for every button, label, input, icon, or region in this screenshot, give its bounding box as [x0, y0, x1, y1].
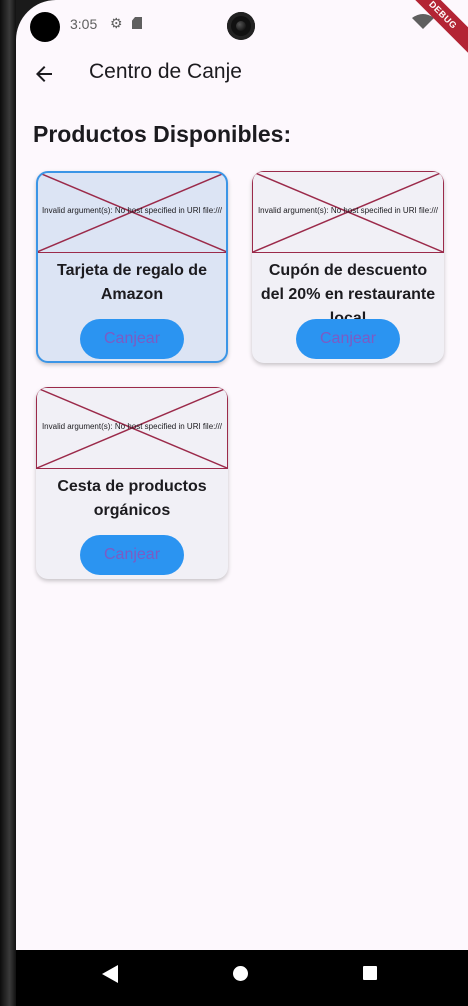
- image-error-text: Invalid argument(s): No host specified i…: [41, 422, 223, 431]
- triangle-back-icon[interactable]: [102, 965, 118, 983]
- front-camera-cutout: [30, 12, 60, 42]
- image-error-text: Invalid argument(s): No host specified i…: [257, 206, 439, 215]
- product-card[interactable]: Invalid argument(s): No host specified i…: [36, 387, 228, 579]
- product-card[interactable]: Invalid argument(s): No host specified i…: [36, 171, 228, 363]
- product-name: Cesta de productos orgánicos: [57, 478, 207, 519]
- gear-icon: ⚙: [110, 15, 123, 31]
- product-card[interactable]: Invalid argument(s): No host specified i…: [252, 171, 444, 363]
- app-screen: 3:05 ⚙ DEBUG Centro de Canje Productos D…: [16, 0, 468, 1006]
- broken-image-placeholder: Invalid argument(s): No host specified i…: [38, 173, 226, 253]
- status-time: 3:05: [70, 16, 98, 32]
- sd-card-icon: [132, 17, 142, 29]
- square-recents-icon[interactable]: [363, 966, 377, 980]
- phone-bezel: [0, 0, 16, 1006]
- redeem-button[interactable]: Canjear: [296, 319, 400, 359]
- broken-image-placeholder: Invalid argument(s): No host specified i…: [252, 171, 444, 253]
- camera-icon: [227, 12, 255, 40]
- circle-home-icon[interactable]: [233, 966, 248, 981]
- arrow-back-icon[interactable]: [32, 62, 56, 86]
- image-error-text: Invalid argument(s): No host specified i…: [41, 206, 223, 215]
- system-navigation-bar: [16, 950, 468, 1006]
- product-name: Tarjeta de regalo de Amazon: [57, 262, 207, 303]
- page-title: Centro de Canje: [89, 60, 242, 83]
- phone-frame: 3:05 ⚙ DEBUG Centro de Canje Productos D…: [0, 0, 468, 1006]
- status-bar: 3:05 ⚙ DEBUG: [16, 0, 468, 61]
- redeem-button[interactable]: Canjear: [80, 535, 184, 575]
- app-bar: Centro de Canje: [16, 48, 468, 100]
- redeem-button[interactable]: Canjear: [80, 319, 184, 359]
- section-title: Productos Disponibles:: [33, 121, 292, 147]
- broken-image-placeholder: Invalid argument(s): No host specified i…: [36, 387, 228, 469]
